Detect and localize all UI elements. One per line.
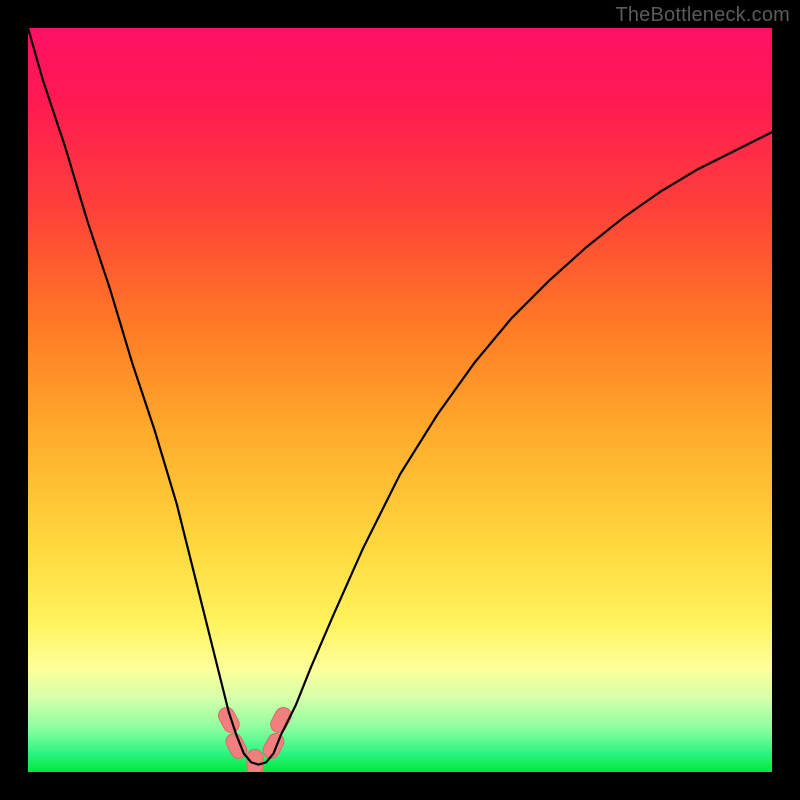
- chart-stage: TheBottleneck.com: [0, 0, 800, 800]
- bottleneck-curve: [28, 28, 772, 765]
- watermark-text: TheBottleneck.com: [615, 4, 790, 27]
- curve-layer: [28, 28, 772, 772]
- curve-marker: [268, 705, 294, 735]
- plot-area: [28, 28, 772, 772]
- curve-marker: [260, 731, 286, 761]
- marker-group: [216, 705, 294, 772]
